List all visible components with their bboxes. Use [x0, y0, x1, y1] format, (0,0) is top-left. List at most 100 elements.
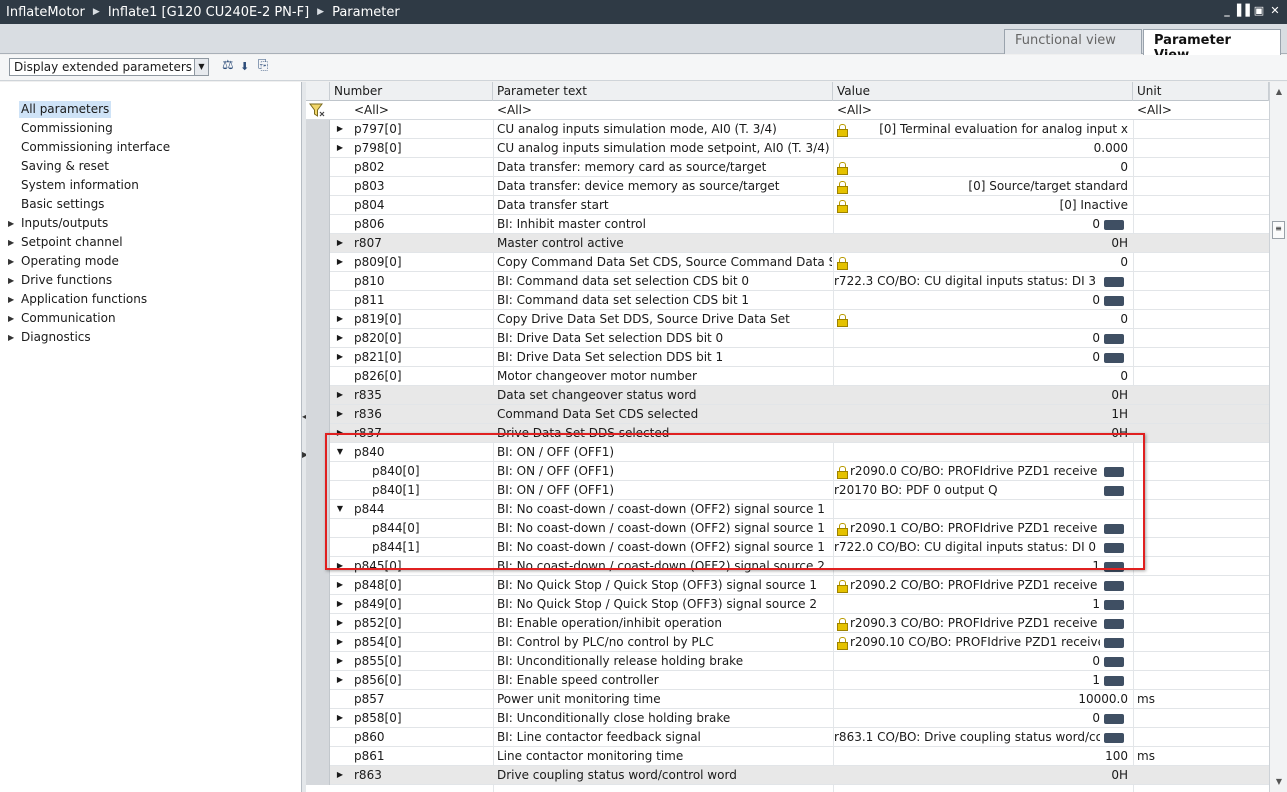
row-selector[interactable] [306, 766, 330, 785]
parameter-value[interactable]: 0.000 [834, 139, 1128, 158]
parameter-value[interactable]: 0H [834, 386, 1128, 405]
expand-arrow-icon[interactable]: ▶ [334, 424, 346, 443]
close-icon[interactable]: ✕ [1269, 4, 1281, 18]
bico-connector-icon[interactable] [1104, 348, 1124, 367]
parameter-value[interactable]: [0] Inactive [850, 196, 1128, 215]
parameter-value[interactable]: 0 [834, 348, 1100, 367]
expand-arrow-icon[interactable]: ▶ [334, 595, 346, 614]
table-row[interactable]: p802 Data transfer: memory card as source… [306, 158, 1269, 177]
parameter-value[interactable]: 0H [834, 234, 1128, 253]
restore-icon[interactable]: ▌▌ [1237, 4, 1254, 18]
nav-item-setpoint-channel[interactable]: Setpoint channel [19, 234, 125, 251]
filter-funnel-icon[interactable] [309, 102, 327, 119]
parameter-value[interactable]: r2090.3 CO/BO: PROFIdrive PZD1 receive b… [850, 614, 1100, 633]
expand-arrow-icon[interactable]: ▶ [334, 234, 346, 253]
row-selector[interactable] [306, 120, 330, 139]
expand-arrow-icon[interactable]: ▶ [334, 633, 346, 652]
table-row[interactable]: ▶ p798[0] CU analog inputs simulation mode… [306, 139, 1269, 158]
filter-value[interactable]: <All> [837, 101, 872, 120]
table-row[interactable]: ▶ p820[0] BI: Drive Data Set selection DDS… [306, 329, 1269, 348]
scroll-down-icon[interactable]: ▼ [1271, 774, 1287, 790]
parameter-value[interactable]: 0 [834, 652, 1100, 671]
table-row[interactable]: p811 BI: Command data set selection CDS b… [306, 291, 1269, 310]
table-row[interactable]: ▶ p821[0] BI: Drive Data Set selection DDS… [306, 348, 1269, 367]
filter-parameter-text[interactable]: <All> [497, 101, 532, 120]
bico-connector-icon[interactable] [1104, 576, 1124, 595]
row-selector[interactable] [306, 690, 330, 709]
parameter-value[interactable]: r2090.0 CO/BO: PROFIdrive PZD1 receive b… [850, 462, 1100, 481]
parameter-value[interactable]: r2090.1 CO/BO: PROFIdrive PZD1 receive b… [850, 519, 1100, 538]
parameter-value[interactable]: 0 [850, 310, 1128, 329]
table-row[interactable]: ▶ p852[0] BI: Enable operation/inhibit ope… [306, 614, 1269, 633]
bico-connector-icon[interactable] [1104, 652, 1124, 671]
table-row[interactable]: ▶ p845[0] BI: No coast-down / coast-down (… [306, 557, 1269, 576]
row-selector[interactable] [306, 139, 330, 158]
table-row[interactable]: p810 BI: Command data set selection CDS b… [306, 272, 1269, 291]
parameter-value[interactable]: 0H [834, 424, 1128, 443]
table-row[interactable]: ▶ p855[0] BI: Unconditionally release hold… [306, 652, 1269, 671]
row-selector[interactable] [306, 557, 330, 576]
expand-arrow-icon[interactable]: ▶ [334, 139, 346, 158]
expand-arrow-icon[interactable]: ▶ [334, 405, 346, 424]
table-row[interactable]: p860 BI: Line contactor feedback signal r8… [306, 728, 1269, 747]
bico-connector-icon[interactable] [1104, 614, 1124, 633]
nav-item-inputs-outputs[interactable]: Inputs/outputs [19, 215, 110, 232]
expand-arrow-icon[interactable]: ▶ [334, 766, 346, 785]
bico-connector-icon[interactable] [1104, 557, 1124, 576]
table-row[interactable]: ▶ p858[0] BI: Unconditionally close holdin… [306, 709, 1269, 728]
table-row[interactable]: ▶ r837 Drive Data Set DDS selected 0H [306, 424, 1269, 443]
column-header-parameter-text[interactable]: Parameter text [493, 82, 833, 101]
row-selector[interactable] [306, 462, 330, 481]
parameter-value[interactable]: [0] Terminal evaluation for analog input… [850, 120, 1128, 139]
table-row[interactable]: ▶ p809[0] Copy Command Data Set CDS, Sourc… [306, 253, 1269, 272]
row-selector[interactable] [306, 272, 330, 291]
row-selector[interactable] [306, 405, 330, 424]
row-selector[interactable] [306, 633, 330, 652]
table-row[interactable]: ▶ r863 Drive coupling status word/control … [306, 766, 1269, 785]
bico-connector-icon[interactable] [1104, 272, 1124, 291]
nav-item-application-functions[interactable]: Application functions [19, 291, 149, 308]
expand-arrow-icon[interactable]: ▶ [334, 652, 346, 671]
filter-number[interactable]: <All> [354, 101, 389, 120]
parameter-value[interactable]: 1H [834, 405, 1128, 424]
download-arrow-icon[interactable]: ⬇ [240, 60, 249, 78]
expand-arrow-icon[interactable]: ▶ [334, 310, 346, 329]
expand-arrow-icon[interactable]: ▶ [8, 291, 14, 308]
row-selector[interactable] [306, 652, 330, 671]
expand-arrow-icon[interactable]: ▶ [334, 557, 346, 576]
table-row[interactable]: ▶ r836 Command Data Set CDS selected 1H [306, 405, 1269, 424]
expand-arrow-icon[interactable]: ▶ [334, 329, 346, 348]
parameter-value[interactable]: r722.3 CO/BO: CU digital inputs status: … [834, 272, 1100, 291]
bico-connector-icon[interactable] [1104, 538, 1124, 557]
bico-connector-icon[interactable] [1104, 595, 1124, 614]
bico-connector-icon[interactable] [1104, 215, 1124, 234]
parameter-value[interactable]: 1 [834, 595, 1100, 614]
chevron-down-icon[interactable]: ▼ [194, 59, 208, 75]
bico-connector-icon[interactable] [1104, 671, 1124, 690]
nav-item-commissioning[interactable]: Commissioning [19, 120, 115, 137]
parameter-value[interactable]: 0 [834, 329, 1100, 348]
parameter-value[interactable] [834, 500, 1128, 519]
minimize-icon[interactable]: _ [1221, 4, 1233, 18]
tab-parameter-view[interactable]: Parameter View [1143, 29, 1281, 63]
table-row[interactable]: p857 Power unit monitoring time 10000.0 ms [306, 690, 1269, 709]
parameter-value[interactable]: r2090.10 CO/BO: PROFIdrive PZD1 receive … [850, 633, 1100, 652]
row-selector[interactable] [306, 747, 330, 766]
table-row[interactable]: ▶ p797[0] CU analog inputs simulation mode… [306, 120, 1269, 139]
table-row[interactable]: ▶ p849[0] BI: No Quick Stop / Quick Stop (… [306, 595, 1269, 614]
table-row[interactable]: ▶ p819[0] Copy Drive Data Set DDS, Source … [306, 310, 1269, 329]
expand-arrow-icon[interactable]: ▶ [8, 215, 14, 232]
row-selector[interactable] [306, 253, 330, 272]
nav-item-drive-functions[interactable]: Drive functions [19, 272, 114, 289]
bico-connector-icon[interactable] [1104, 291, 1124, 310]
scroll-thumb[interactable]: ≡ [1272, 221, 1285, 239]
parameter-filter-select[interactable]: Display extended parameters ▼ [9, 58, 209, 76]
expand-arrow-icon[interactable]: ▶ [334, 348, 346, 367]
vertical-scrollbar[interactable]: ▲ ≡ ▼ [1269, 82, 1287, 792]
nav-item-basic-settings[interactable]: Basic settings [19, 196, 106, 213]
row-selector[interactable] [306, 310, 330, 329]
row-selector[interactable] [306, 234, 330, 253]
expand-arrow-icon[interactable]: ▶ [334, 253, 346, 272]
parameter-value[interactable]: 1 [834, 671, 1100, 690]
expand-arrow-icon[interactable]: ▶ [8, 272, 14, 289]
